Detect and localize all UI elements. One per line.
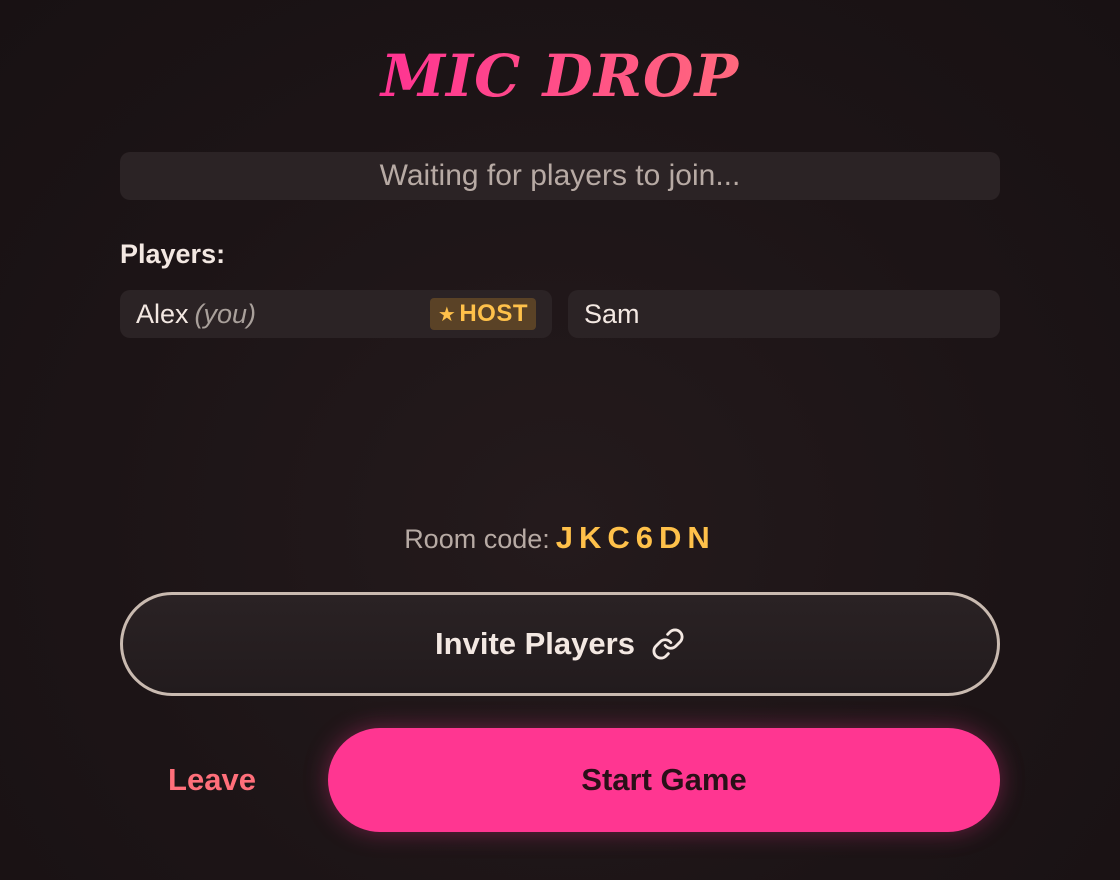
you-tag: (you): [194, 299, 257, 329]
room-code-row: Room code: JKC6DN: [0, 518, 1120, 559]
status-text: Waiting for players to join...: [379, 159, 741, 192]
room-code-label: Room code:: [404, 524, 550, 554]
invite-players-button[interactable]: Invite Players: [120, 592, 1000, 696]
start-game-button[interactable]: Start Game: [328, 728, 1000, 832]
player-name: Alex: [136, 299, 189, 329]
app-logo: MIC DROP: [0, 38, 1120, 114]
host-badge-label: HOST: [459, 300, 528, 327]
star-icon: ★: [437, 304, 457, 326]
player-card-alex: Alex (you) ★ HOST: [120, 290, 552, 338]
leave-button[interactable]: Leave: [140, 752, 284, 808]
player-card-sam: Sam: [568, 290, 1000, 338]
link-icon: [652, 628, 684, 660]
player-name: Sam: [584, 299, 640, 329]
status-banner: Waiting for players to join...: [120, 152, 1000, 200]
players-heading: Players:: [120, 239, 226, 269]
room-code-value: JKC6DN: [555, 520, 716, 555]
invite-players-label: Invite Players: [435, 626, 635, 661]
host-badge: ★ HOST: [429, 298, 536, 330]
